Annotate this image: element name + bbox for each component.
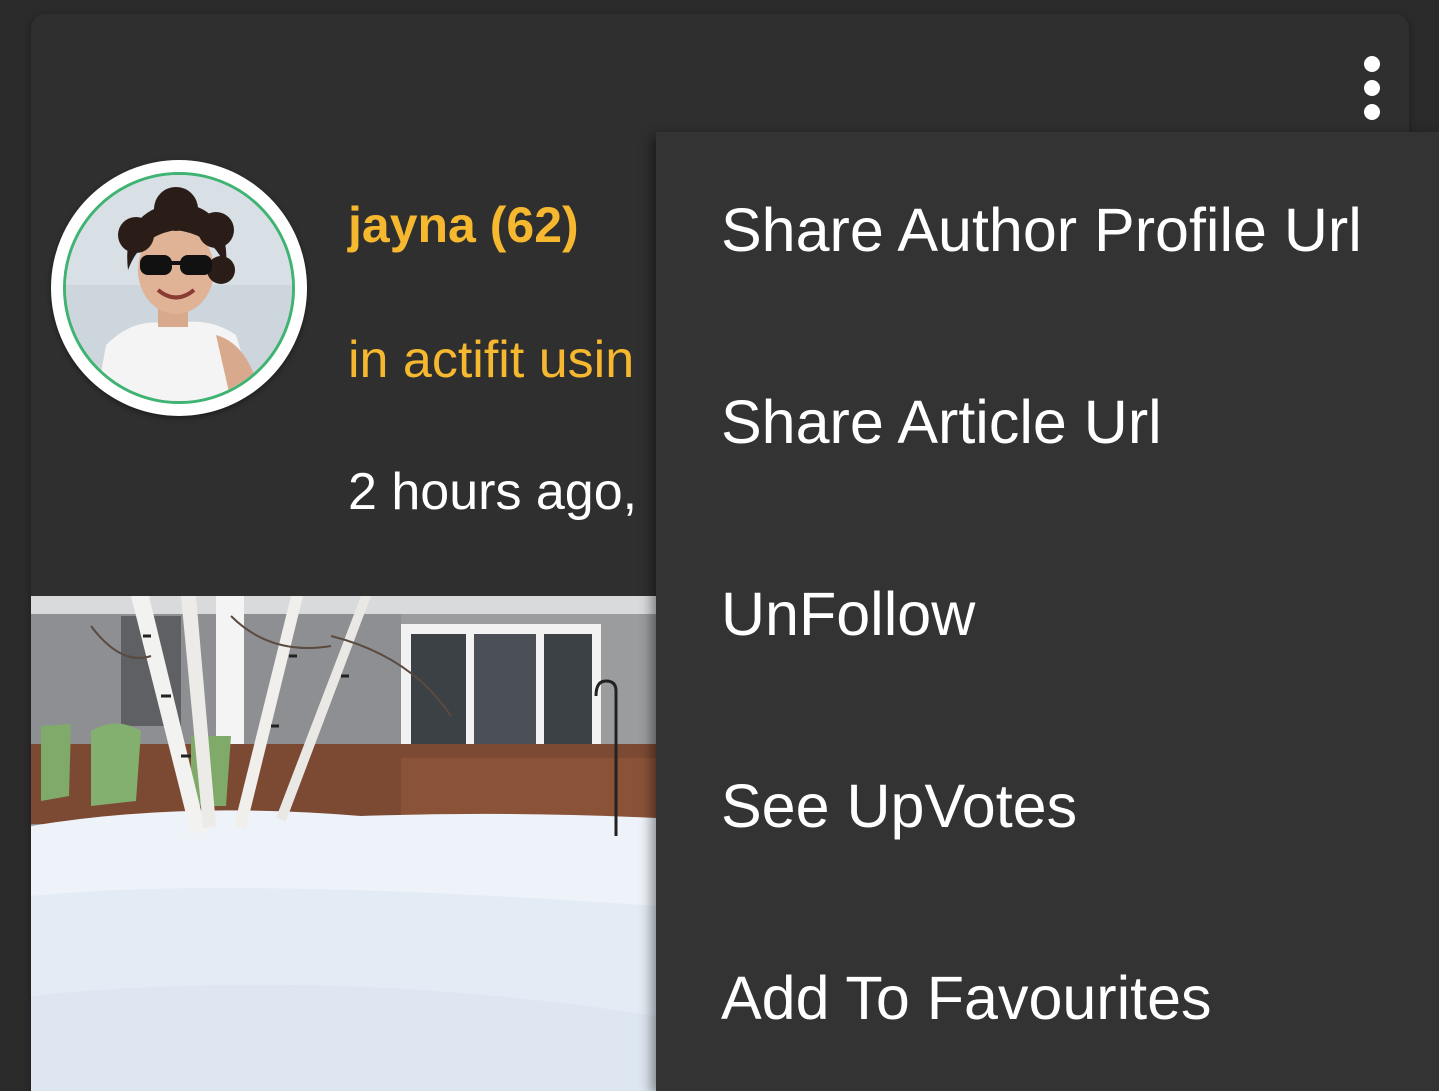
app-screen: jayna (62) in actifit usin 2 hours ago, — [0, 0, 1439, 1091]
kebab-dot — [1364, 104, 1380, 120]
menu-item-share-author-profile-url[interactable]: Share Author Profile Url — [721, 200, 1362, 261]
more-vertical-icon[interactable] — [1347, 50, 1397, 126]
avatar-photo — [63, 172, 295, 404]
snowy-house-photo-icon — [31, 596, 656, 1091]
menu-item-share-article-url[interactable]: Share Article Url — [721, 392, 1162, 453]
author-name-link[interactable]: jayna (62) — [348, 196, 579, 254]
menu-item-see-upvotes[interactable]: See UpVotes — [721, 776, 1077, 837]
user-avatar-icon — [66, 175, 292, 401]
post-timestamp: 2 hours ago, — [348, 463, 638, 521]
menu-item-add-to-favourites[interactable]: Add To Favourites — [721, 968, 1212, 1029]
post-image[interactable] — [31, 596, 656, 1091]
kebab-dot — [1364, 80, 1380, 96]
overflow-menu: Share Author Profile Url Share Article U… — [656, 132, 1439, 1091]
community-link[interactable]: in actifit usin — [348, 330, 634, 390]
kebab-dot — [1364, 56, 1380, 72]
avatar[interactable] — [51, 160, 307, 416]
menu-item-unfollow[interactable]: UnFollow — [721, 584, 975, 645]
